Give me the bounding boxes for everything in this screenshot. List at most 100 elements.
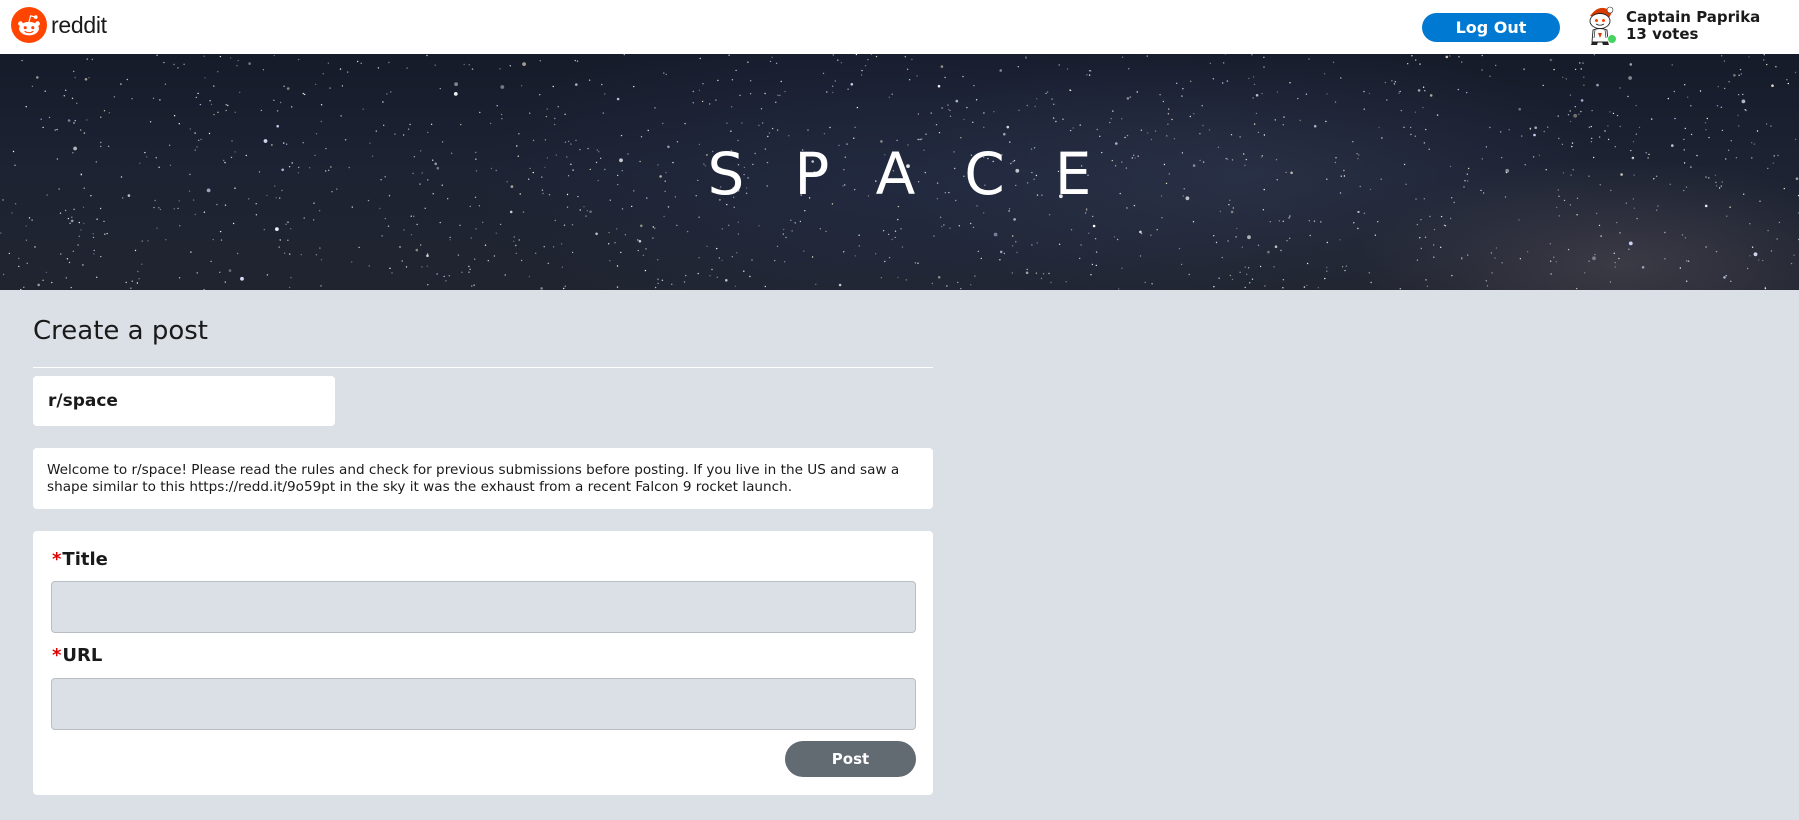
star (1012, 235, 1014, 237)
star (1121, 267, 1123, 269)
star (1308, 220, 1311, 222)
star (1282, 287, 1284, 289)
star (278, 246, 280, 248)
url-input[interactable] (51, 678, 916, 730)
star (1269, 221, 1272, 223)
star (775, 101, 777, 103)
star (1006, 125, 1010, 129)
star (1612, 112, 1615, 115)
star (702, 83, 704, 85)
star (1202, 124, 1204, 127)
star (535, 252, 537, 254)
star (654, 286, 657, 289)
star (1282, 220, 1285, 222)
star (661, 279, 664, 281)
star (1053, 103, 1055, 105)
star (749, 275, 751, 278)
star (1591, 109, 1593, 112)
star (1569, 94, 1572, 96)
star (728, 224, 730, 226)
star (42, 279, 44, 281)
logout-button[interactable]: Log Out (1422, 13, 1560, 42)
star (36, 76, 39, 79)
star (1109, 121, 1111, 124)
star (420, 244, 422, 246)
star (1326, 93, 1328, 95)
star (1614, 266, 1617, 268)
star (1326, 241, 1329, 244)
star (564, 285, 566, 287)
star (1251, 54, 1253, 56)
star (933, 235, 935, 237)
star (751, 259, 753, 261)
post-button[interactable]: Post (785, 741, 916, 777)
star (82, 264, 84, 266)
star (1244, 266, 1247, 268)
star (1651, 118, 1653, 120)
star (276, 124, 280, 128)
star (210, 103, 213, 106)
star (401, 260, 403, 262)
star (319, 247, 321, 249)
star (1494, 257, 1496, 259)
user-menu[interactable]: Captain Paprika 13 votes (1582, 4, 1782, 48)
star (546, 108, 548, 110)
star (496, 105, 498, 107)
star (25, 225, 27, 227)
star (360, 62, 362, 64)
star (1042, 273, 1045, 275)
star (484, 244, 487, 246)
star (825, 230, 827, 233)
star (1231, 278, 1234, 281)
star (471, 285, 473, 287)
star (771, 56, 773, 58)
star (966, 106, 968, 109)
star (609, 260, 611, 262)
star (1681, 234, 1684, 236)
star (1457, 88, 1460, 91)
star (212, 238, 214, 241)
online-status-dot (1607, 34, 1617, 44)
star (1303, 286, 1306, 288)
star (130, 287, 132, 289)
star (777, 94, 779, 96)
star (1090, 70, 1092, 72)
star (173, 63, 175, 66)
star (1253, 83, 1256, 86)
star (470, 237, 472, 239)
star (637, 239, 639, 241)
star (1576, 287, 1578, 290)
star (1140, 232, 1143, 235)
star (1720, 106, 1723, 108)
star (468, 265, 470, 268)
star (999, 250, 1003, 254)
star (413, 215, 415, 217)
star (1588, 126, 1591, 128)
star (864, 65, 867, 67)
star (217, 111, 219, 113)
title-input[interactable] (51, 581, 916, 633)
star (894, 230, 897, 232)
reddit-logo-link[interactable]: reddit (11, 7, 107, 43)
star (749, 93, 752, 95)
star (1248, 77, 1250, 80)
star (1519, 258, 1522, 260)
star (958, 225, 960, 227)
star (76, 102, 78, 104)
star (300, 254, 302, 256)
star (237, 59, 239, 62)
star (1416, 223, 1419, 226)
star (1578, 113, 1580, 115)
community-selector[interactable]: r/space (33, 376, 335, 426)
star (539, 60, 541, 62)
star (657, 278, 659, 280)
star (113, 96, 116, 98)
star (1309, 234, 1311, 237)
star (290, 228, 292, 230)
star (561, 266, 564, 268)
star (601, 83, 603, 86)
star (287, 221, 289, 223)
star (1299, 119, 1301, 122)
star (1529, 128, 1532, 130)
star (469, 268, 471, 270)
